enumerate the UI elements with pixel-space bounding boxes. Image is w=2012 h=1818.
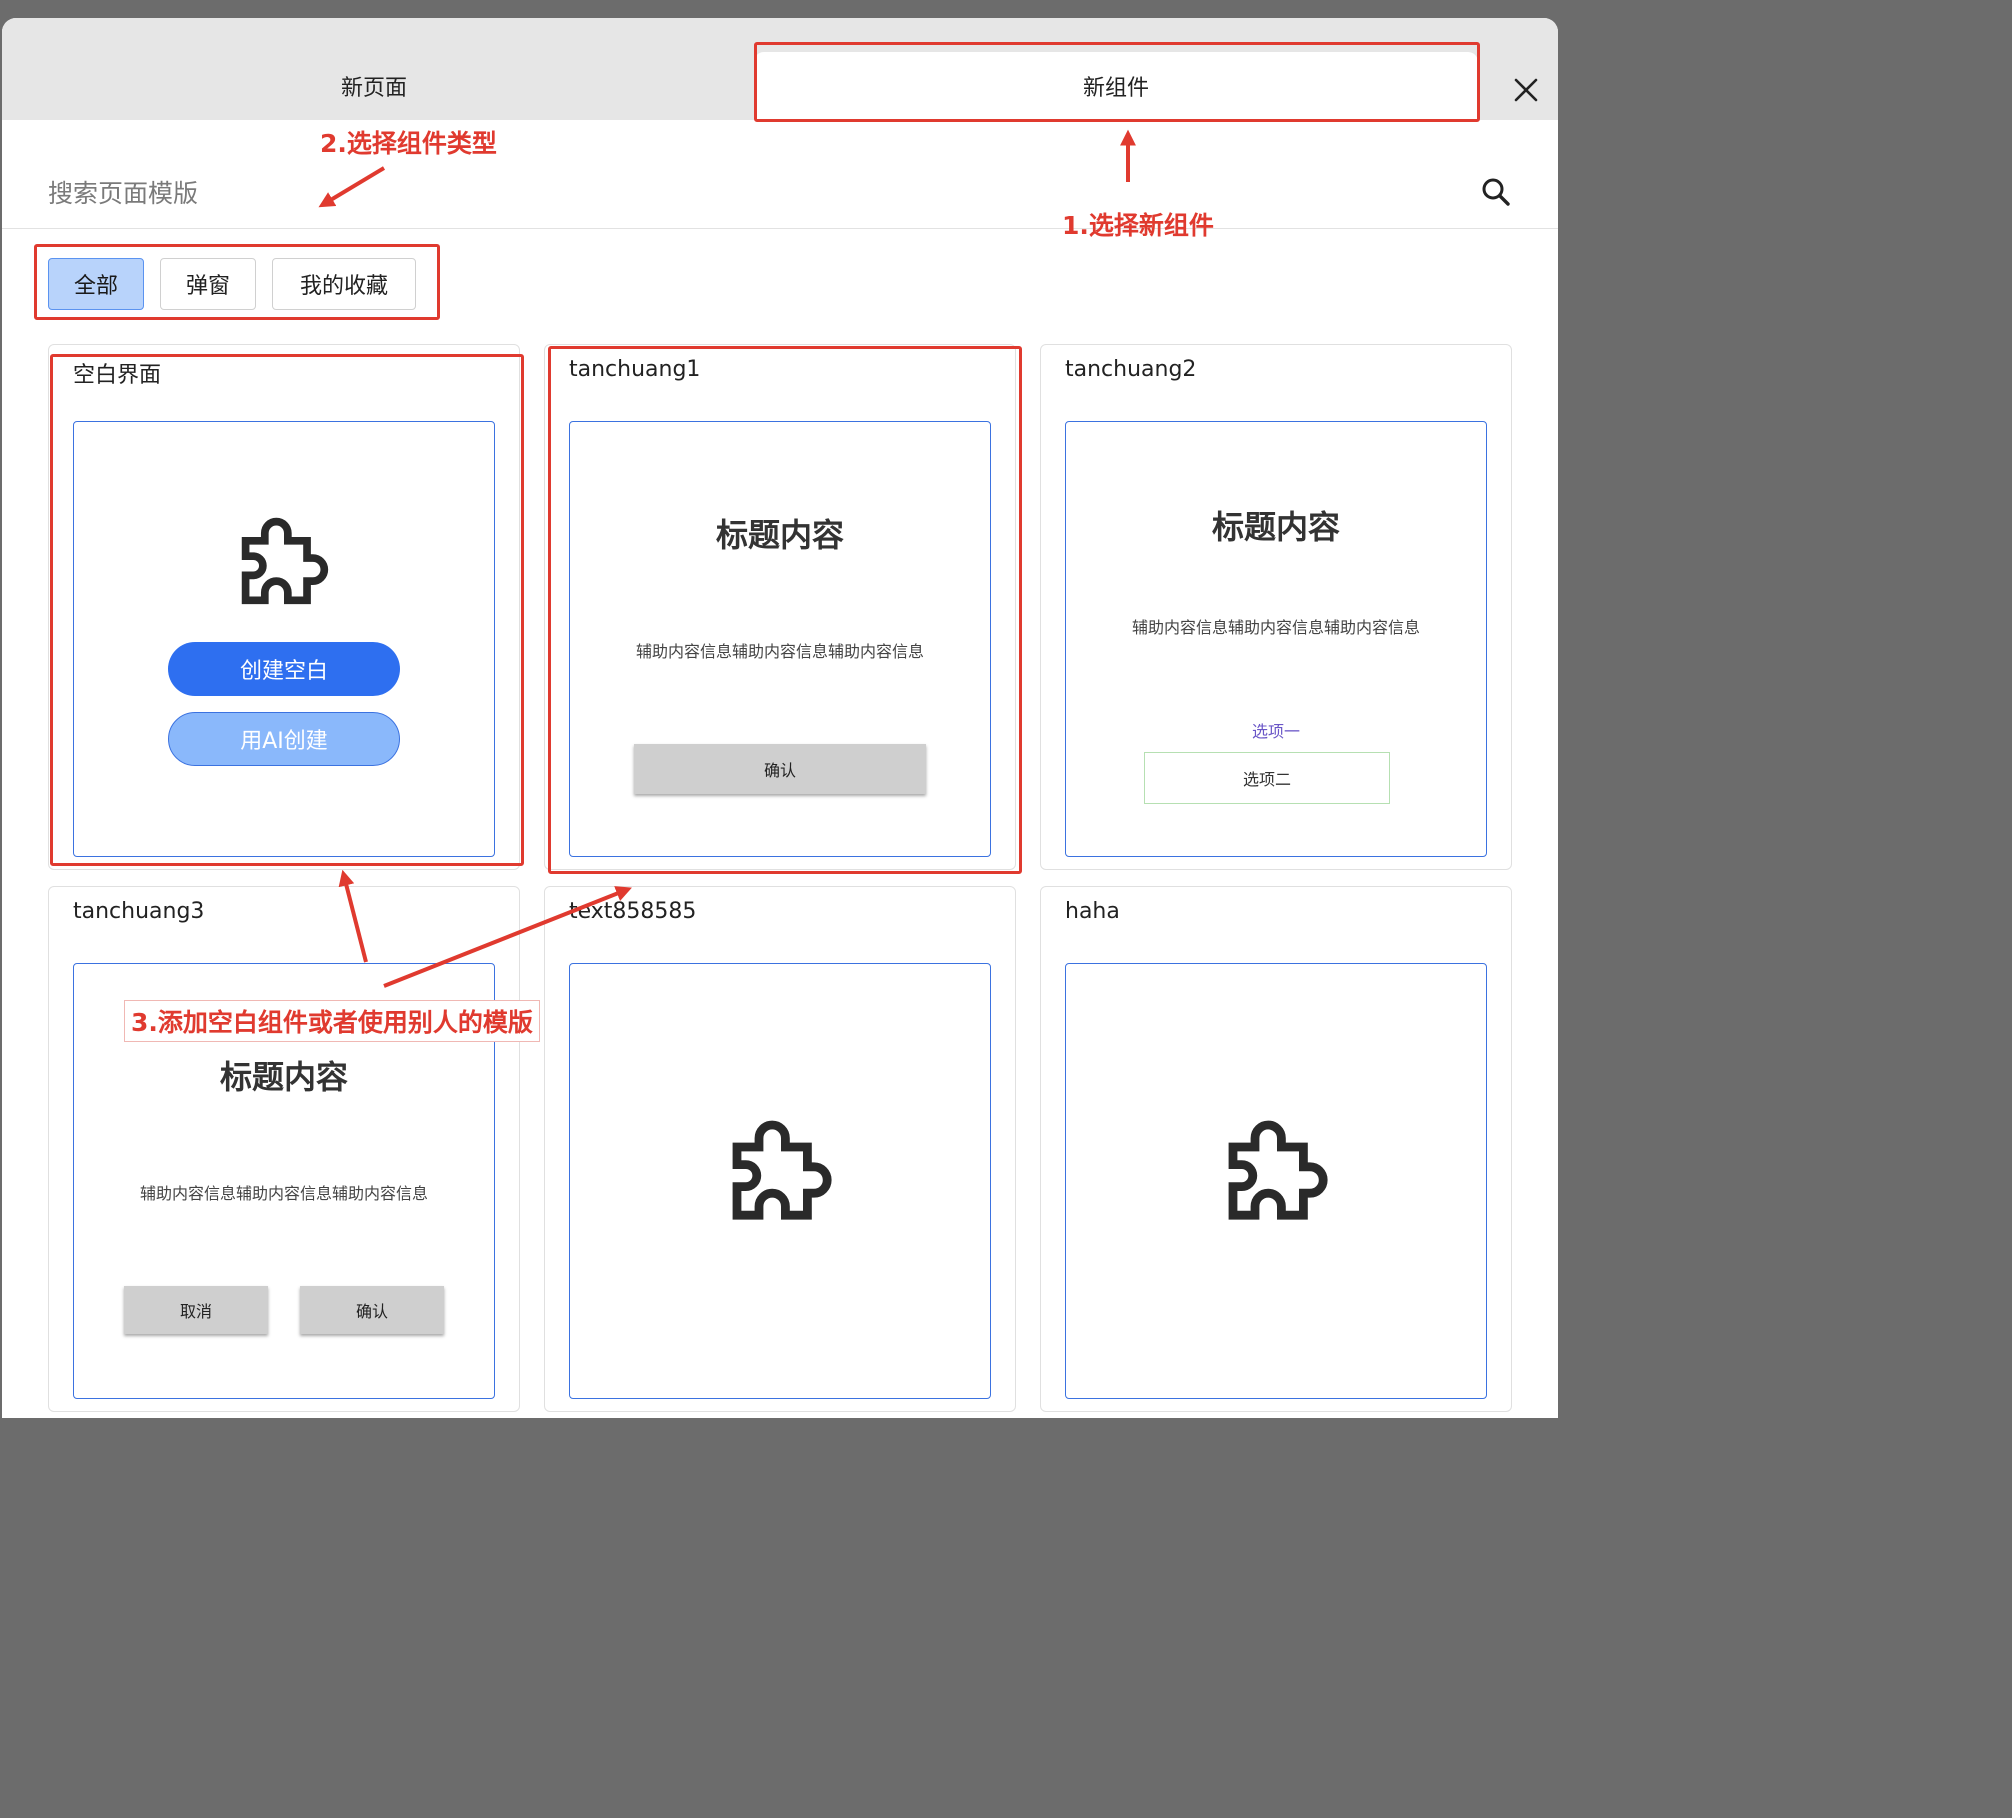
tab-new-page[interactable]: 新页面: [2, 52, 746, 120]
create-blank-button[interactable]: 创建空白: [168, 642, 400, 696]
preview-confirm-button: 确认: [634, 744, 926, 794]
card-preview: [569, 963, 991, 1399]
card-preview: [1065, 963, 1487, 1399]
create-with-ai-button[interactable]: 用AI创建: [168, 712, 400, 766]
preview-option-two: 选项二: [1144, 752, 1390, 804]
filter-favorites[interactable]: 我的收藏: [272, 258, 416, 310]
template-card-text858585[interactable]: text858585: [544, 886, 1016, 1412]
close-button[interactable]: [1506, 70, 1546, 110]
filter-all[interactable]: 全部: [48, 258, 144, 310]
search-input[interactable]: [48, 170, 648, 216]
template-card-haha[interactable]: haha: [1040, 886, 1512, 1412]
card-preview: 标题内容 辅助内容信息辅助内容信息辅助内容信息 取消 确认: [73, 963, 495, 1399]
search-button[interactable]: [1476, 172, 1516, 212]
preview-title: 标题内容: [715, 516, 844, 554]
search-icon: [1482, 178, 1510, 206]
card-preview: 创建空白 用AI创建: [73, 421, 495, 857]
close-icon: [1514, 78, 1538, 102]
filter-popup[interactable]: 弹窗: [160, 258, 256, 310]
template-card-tanchuang3[interactable]: tanchuang3 标题内容 辅助内容信息辅助内容信息辅助内容信息 取消 确认: [48, 886, 520, 1412]
template-card-tanchuang2[interactable]: tanchuang2 标题内容 辅助内容信息辅助内容信息辅助内容信息 选项一 选…: [1040, 344, 1512, 870]
puzzle-icon: [236, 512, 332, 608]
new-component-dialog: 新页面 新组件 全部 弹窗 我的收藏 空白界面 创建空白 用AI创建 t: [2, 18, 1558, 1418]
template-card-tanchuang1[interactable]: tanchuang1 标题内容 辅助内容信息辅助内容信息辅助内容信息 确认: [544, 344, 1016, 870]
template-card-blank[interactable]: 空白界面 创建空白 用AI创建: [48, 344, 520, 870]
preview-title: 标题内容: [1211, 508, 1340, 546]
card-title: tanchuang1: [569, 357, 701, 382]
tab-bar: 新页面 新组件: [2, 18, 1558, 120]
card-title: tanchuang2: [1065, 357, 1197, 382]
puzzle-icon: [1222, 1114, 1332, 1224]
search-bar: [2, 120, 1558, 229]
preview-subtitle: 辅助内容信息辅助内容信息辅助内容信息: [1131, 618, 1420, 637]
card-title: tanchuang3: [73, 899, 205, 924]
preview-title: 标题内容: [219, 1058, 348, 1096]
card-title: text858585: [569, 899, 697, 924]
card-title: 空白界面: [73, 363, 162, 388]
preview-subtitle: 辅助内容信息辅助内容信息辅助内容信息: [139, 1184, 428, 1203]
card-preview: 标题内容 辅助内容信息辅助内容信息辅助内容信息 选项一 选项二: [1065, 421, 1487, 857]
card-preview: 标题内容 辅助内容信息辅助内容信息辅助内容信息 确认: [569, 421, 991, 857]
preview-confirm-button: 确认: [300, 1286, 444, 1334]
puzzle-icon: [726, 1114, 836, 1224]
preview-cancel-button: 取消: [124, 1286, 268, 1334]
card-title: haha: [1065, 899, 1120, 924]
preview-subtitle: 辅助内容信息辅助内容信息辅助内容信息: [635, 642, 924, 661]
tab-new-component[interactable]: 新组件: [754, 52, 1478, 120]
preview-option-one: 选项一: [1251, 722, 1300, 741]
